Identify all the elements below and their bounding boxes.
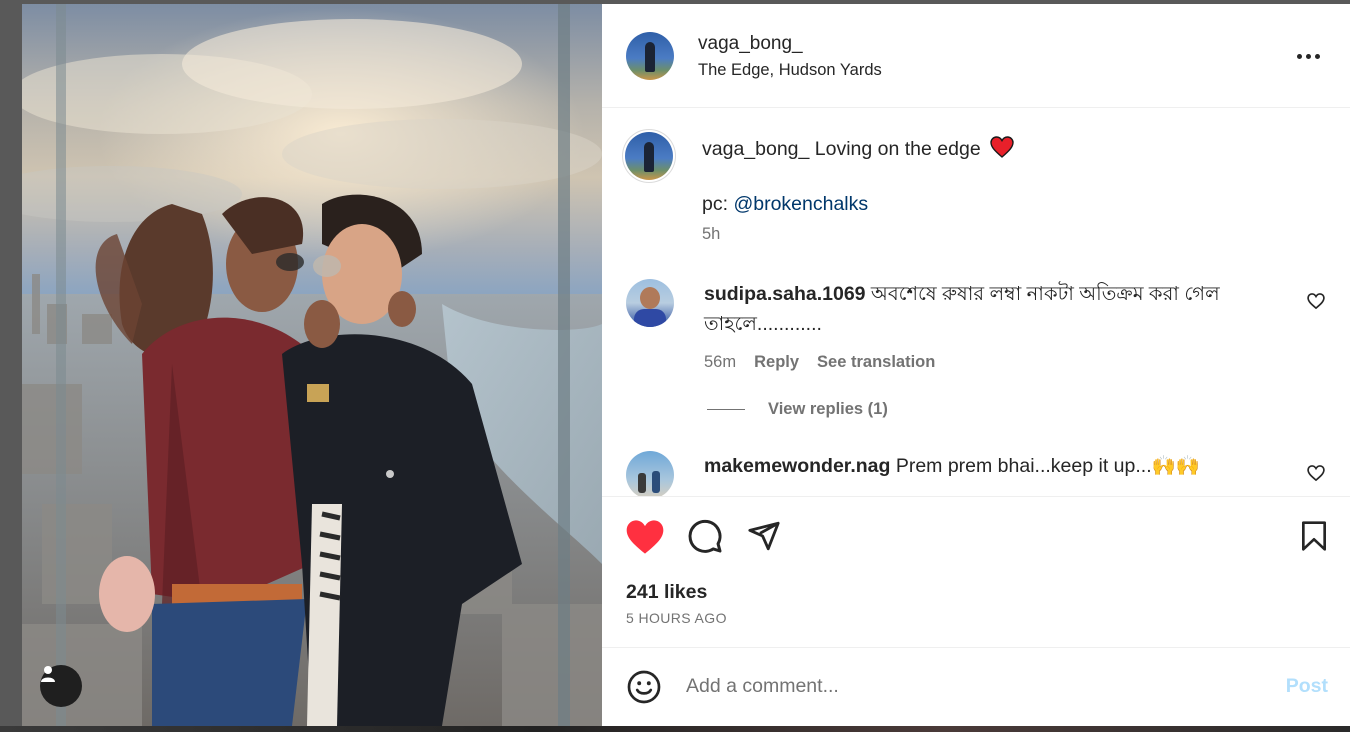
view-replies[interactable]: View replies (1) <box>707 400 1326 419</box>
replies-divider <box>707 409 745 410</box>
bookmark-icon[interactable] <box>1298 519 1330 553</box>
caption-text: Loving on the edge <box>809 138 981 160</box>
photo-illustration <box>22 4 602 726</box>
post-header: vaga_bong_ The Edge, Hudson Yards <box>602 4 1350 108</box>
backdrop <box>0 726 1350 732</box>
post-timestamp[interactable]: 5 HOURS AGO <box>626 610 727 626</box>
post-comment-button[interactable]: Post <box>1286 675 1328 698</box>
commenter-username[interactable]: makemewonder.nag <box>704 455 890 477</box>
comment-input[interactable] <box>686 675 1246 698</box>
tagged-user-button[interactable] <box>40 665 82 707</box>
post-photo[interactable] <box>22 4 602 726</box>
author-username[interactable]: vaga_bong_ <box>698 31 882 57</box>
post-actions-area: 241 likes 5 HOURS AGO Post <box>602 496 1350 726</box>
caption-mention-link[interactable]: @brokenchalks <box>733 193 868 215</box>
view-replies-button[interactable]: View replies (1) <box>768 400 888 419</box>
comment-row: makemewonder.nag Prem prem bhai...keep i… <box>626 451 1326 496</box>
paper-plane-icon[interactable] <box>747 519 781 553</box>
comments-list[interactable]: vaga_bong_ Loving on the edge pc: @broke… <box>602 108 1350 496</box>
user-icon <box>41 666 55 682</box>
reply-button[interactable]: Reply <box>754 353 799 372</box>
comment-bubble-icon[interactable] <box>687 518 723 554</box>
post-side-panel: vaga_bong_ The Edge, Hudson Yards vaga_b… <box>602 4 1350 726</box>
red-heart-emoji-icon <box>990 136 1014 158</box>
heart-filled-icon[interactable] <box>625 518 665 556</box>
caption-credit-prefix: pc: <box>702 193 734 215</box>
caption-time[interactable]: 5h <box>702 225 720 244</box>
likes-count[interactable]: 241 likes <box>626 581 707 604</box>
see-translation-button[interactable]: See translation <box>817 353 935 372</box>
more-horizontal-icon <box>1296 53 1302 59</box>
post-modal: vaga_bong_ The Edge, Hudson Yards vaga_b… <box>22 4 1350 726</box>
commenter-avatar[interactable] <box>626 279 674 327</box>
comment-composer: Post <box>602 647 1350 725</box>
caption-row: vaga_bong_ Loving on the edge pc: @broke… <box>625 132 1326 244</box>
commenter-username[interactable]: sudipa.saha.1069 <box>704 283 866 305</box>
more-options-button[interactable] <box>1294 44 1322 68</box>
comment-row: sudipa.saha.1069 অবশেষে রুষার লম্বা নাকট… <box>626 279 1326 372</box>
caption-avatar[interactable] <box>625 132 673 180</box>
like-comment-icon[interactable] <box>1306 291 1326 311</box>
comment-time[interactable]: 56m <box>704 353 736 372</box>
smiley-icon[interactable] <box>626 669 662 705</box>
commenter-avatar[interactable] <box>626 451 674 496</box>
like-comment-icon[interactable] <box>1306 463 1326 483</box>
caption-username[interactable]: vaga_bong_ <box>702 138 809 160</box>
comment-text: Prem prem bhai...keep it up...🙌🙌 <box>890 455 1201 477</box>
post-location[interactable]: The Edge, Hudson Yards <box>698 59 882 81</box>
author-avatar[interactable] <box>626 31 674 80</box>
